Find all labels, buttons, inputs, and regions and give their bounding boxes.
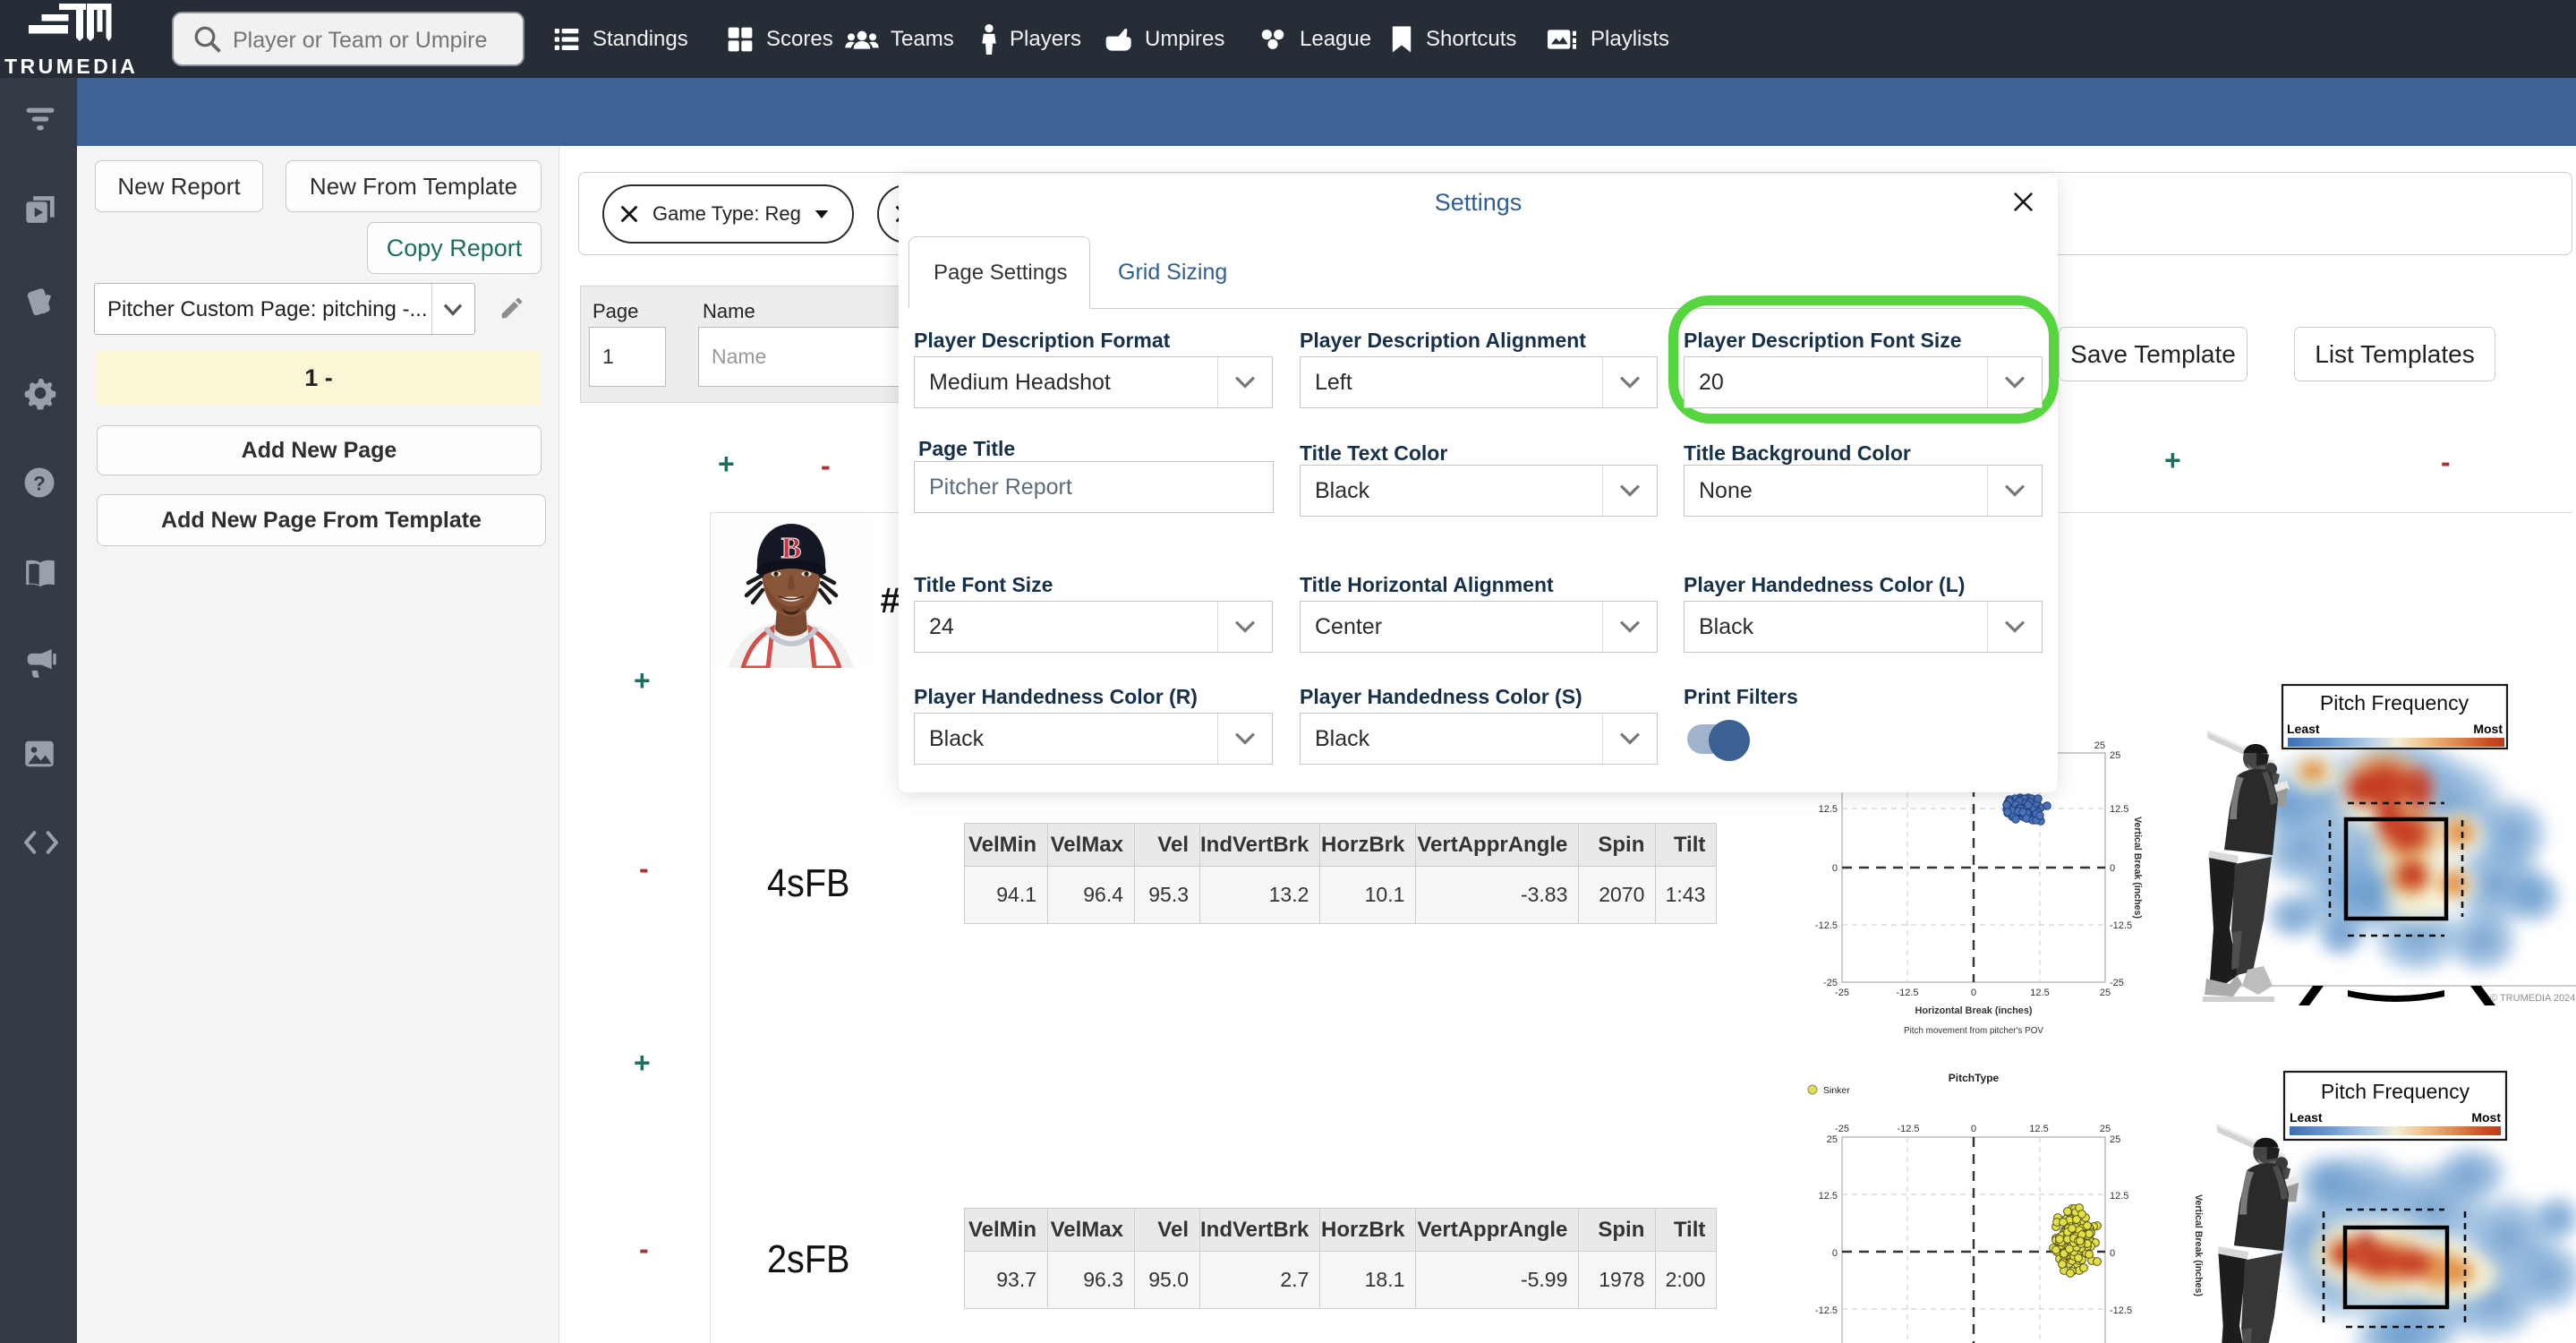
svg-text:12.5: 12.5 <box>1819 1191 1838 1202</box>
svg-text:Vertical Break (inches): Vertical Break (inches) <box>2132 817 2143 919</box>
svg-text:-12.5: -12.5 <box>2110 920 2132 931</box>
svg-text:-25: -25 <box>1835 988 1849 998</box>
svg-text:-25: -25 <box>1835 1124 1849 1134</box>
svg-text:0: 0 <box>2110 1248 2115 1259</box>
svg-text:Least: Least <box>2287 722 2320 736</box>
svg-text:12.5: 12.5 <box>2110 1191 2128 1202</box>
svg-text:0: 0 <box>1971 1124 1976 1134</box>
svg-text:© TRUMEDIA 2024: © TRUMEDIA 2024 <box>2490 993 2575 1004</box>
svg-text:Least: Least <box>2290 1110 2323 1125</box>
svg-text:PitchType: PitchType <box>1949 1072 2000 1084</box>
svg-text:12.5: 12.5 <box>2029 1124 2048 1134</box>
svg-text:Most: Most <box>2471 1110 2501 1125</box>
svg-text:25: 25 <box>2100 1124 2111 1134</box>
svg-text:Pitch Frequency: Pitch Frequency <box>2320 691 2469 714</box>
svg-text:Pitch movement from pitcher's: Pitch movement from pitcher's POV <box>1904 1025 2043 1036</box>
svg-text:12.5: 12.5 <box>2110 804 2128 815</box>
svg-text:-12.5: -12.5 <box>2110 1305 2132 1316</box>
svg-text:0: 0 <box>1832 863 1838 874</box>
svg-text:25: 25 <box>2110 1134 2120 1145</box>
svg-text:0: 0 <box>1832 1248 1838 1259</box>
svg-text:Most: Most <box>2473 722 2503 736</box>
svg-text:Horizontal Break (inches): Horizontal Break (inches) <box>1915 1005 2033 1016</box>
svg-text:12.5: 12.5 <box>2030 988 2049 998</box>
svg-text:-12.5: -12.5 <box>1815 1305 1838 1316</box>
svg-text:0: 0 <box>1971 988 1976 998</box>
svg-text:25: 25 <box>2110 750 2120 761</box>
svg-text:B: B <box>781 532 802 565</box>
svg-text:?: ? <box>33 472 46 494</box>
svg-text:-12.5: -12.5 <box>1896 988 1918 998</box>
svg-text:25: 25 <box>2100 988 2111 998</box>
svg-text:-25: -25 <box>2110 978 2124 988</box>
svg-text:25: 25 <box>1827 1134 1838 1145</box>
svg-text:-12.5: -12.5 <box>1815 920 1838 931</box>
svg-text:0: 0 <box>2110 863 2115 874</box>
svg-text:25: 25 <box>2094 740 2105 751</box>
svg-text:Pitch Frequency: Pitch Frequency <box>2321 1080 2470 1103</box>
svg-text:12.5: 12.5 <box>1819 804 1838 815</box>
svg-text:-12.5: -12.5 <box>1897 1124 1919 1134</box>
svg-text:Sinker: Sinker <box>1823 1085 1850 1096</box>
